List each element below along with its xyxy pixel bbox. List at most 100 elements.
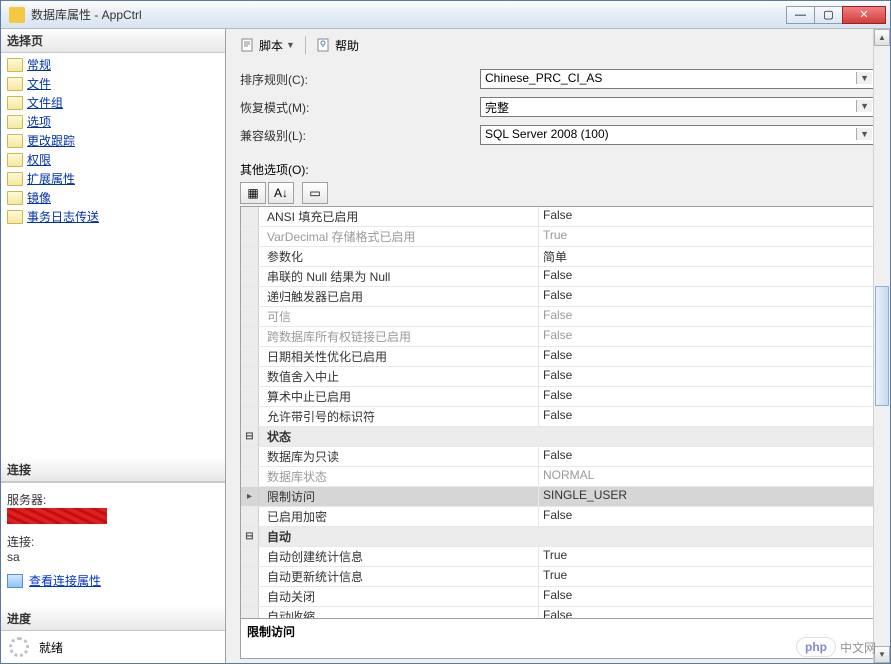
page-item[interactable]: 文件组: [5, 93, 221, 112]
row-gutter: [241, 567, 259, 586]
page-item-label: 选项: [27, 113, 51, 130]
property-row[interactable]: 串联的 Null 结果为 NullFalse: [241, 267, 875, 287]
row-gutter: [241, 547, 259, 566]
content-area: 排序规则(C): Chinese_PRC_CI_AS 恢复模式(M): 完整 兼…: [226, 61, 890, 663]
page-item[interactable]: 扩展属性: [5, 169, 221, 188]
titlebar[interactable]: 数据库属性 - AppCtrl — ▢ ✕: [1, 1, 890, 29]
property-name: 已启用加密: [259, 507, 539, 526]
row-gutter: [241, 587, 259, 606]
help-button[interactable]: 帮助: [312, 35, 363, 56]
property-value[interactable]: False: [539, 367, 875, 386]
property-row[interactable]: 自动更新统计信息True: [241, 567, 875, 587]
property-value[interactable]: False: [539, 327, 875, 346]
property-value[interactable]: False: [539, 307, 875, 326]
property-value[interactable]: 简单: [539, 247, 875, 266]
page-list: 常规文件文件组选项更改跟踪权限扩展属性镜像事务日志传送: [1, 53, 225, 228]
progress-status: 就绪: [39, 639, 63, 656]
property-row[interactable]: 可信False: [241, 307, 875, 327]
property-row[interactable]: VarDecimal 存储格式已启用True: [241, 227, 875, 247]
maximize-button[interactable]: ▢: [814, 6, 842, 24]
page-item[interactable]: 更改跟踪: [5, 131, 221, 150]
property-row[interactable]: 跨数据库所有权链接已启用False: [241, 327, 875, 347]
property-value[interactable]: True: [539, 227, 875, 246]
property-row[interactable]: 数值舍入中止False: [241, 367, 875, 387]
property-category[interactable]: ⊟状态: [241, 427, 875, 447]
compat-select[interactable]: SQL Server 2008 (100): [480, 125, 876, 145]
property-category[interactable]: ⊟自动: [241, 527, 875, 547]
compat-label: 兼容级别(L):: [240, 127, 480, 144]
connection-header: 连接: [1, 458, 225, 482]
property-value[interactable]: False: [539, 387, 875, 406]
property-row[interactable]: 日期相关性优化已启用False: [241, 347, 875, 367]
recovery-label: 恢复模式(M):: [240, 99, 480, 116]
row-gutter: [241, 227, 259, 246]
property-name: 算术中止已启用: [259, 387, 539, 406]
property-row[interactable]: 自动收缩False: [241, 607, 875, 619]
left-pane: 选择页 常规文件文件组选项更改跟踪权限扩展属性镜像事务日志传送 连接 服务器: …: [1, 29, 226, 663]
scroll-track[interactable]: [874, 46, 890, 646]
page-icon: [7, 191, 23, 205]
close-button[interactable]: ✕: [842, 6, 886, 24]
select-page-header: 选择页: [1, 29, 225, 53]
script-button[interactable]: 脚本 ▼: [236, 35, 299, 56]
property-grid[interactable]: ANSI 填充已启用FalseVarDecimal 存储格式已启用True参数化…: [240, 206, 876, 619]
property-pages-button[interactable]: ▭: [302, 182, 328, 204]
property-value[interactable]: False: [539, 207, 875, 226]
alphabetical-button[interactable]: A↓: [268, 182, 294, 204]
scroll-thumb[interactable]: [875, 286, 889, 406]
toolbar: 脚本 ▼ 帮助: [226, 29, 890, 61]
minimize-button[interactable]: —: [786, 6, 814, 24]
property-row[interactable]: 递归触发器已启用False: [241, 287, 875, 307]
page-icon: [7, 58, 23, 72]
property-value[interactable]: False: [539, 347, 875, 366]
recovery-select[interactable]: 完整: [480, 97, 876, 117]
categorized-button[interactable]: ▦: [240, 182, 266, 204]
property-row[interactable]: 自动关闭False: [241, 587, 875, 607]
property-row[interactable]: 数据库为只读False: [241, 447, 875, 467]
property-row[interactable]: ANSI 填充已启用False: [241, 207, 875, 227]
property-row[interactable]: 参数化简单: [241, 247, 875, 267]
collation-select[interactable]: Chinese_PRC_CI_AS: [480, 69, 876, 89]
view-connection-properties-link[interactable]: 查看连接属性: [29, 572, 101, 589]
server-label: 服务器:: [7, 491, 219, 508]
row-gutter: [241, 267, 259, 286]
dialog-window: 数据库属性 - AppCtrl — ▢ ✕ 选择页 常规文件文件组选项更改跟踪权…: [0, 0, 891, 664]
property-row[interactable]: 自动创建统计信息True: [241, 547, 875, 567]
property-value[interactable]: False: [539, 507, 875, 526]
page-item[interactable]: 常规: [5, 55, 221, 74]
property-row[interactable]: 算术中止已启用False: [241, 387, 875, 407]
watermark-badge: php: [796, 637, 836, 657]
property-name: 串联的 Null 结果为 Null: [259, 267, 539, 286]
property-row[interactable]: 已启用加密False: [241, 507, 875, 527]
property-name: 日期相关性优化已启用: [259, 347, 539, 366]
property-value[interactable]: False: [539, 407, 875, 426]
right-pane: 脚本 ▼ 帮助 排序规则(C): Chinese_PRC_CI_AS 恢复模式(…: [226, 29, 890, 663]
property-row[interactable]: 允许带引号的标识符False: [241, 407, 875, 427]
property-value[interactable]: NORMAL: [539, 467, 875, 486]
collation-label: 排序规则(C):: [240, 71, 480, 88]
property-value[interactable]: False: [539, 607, 875, 619]
page-item-label: 事务日志传送: [27, 208, 99, 225]
property-name: 允许带引号的标识符: [259, 407, 539, 426]
dialog-body: 选择页 常规文件文件组选项更改跟踪权限扩展属性镜像事务日志传送 连接 服务器: …: [1, 29, 890, 663]
page-item[interactable]: 文件: [5, 74, 221, 93]
property-value[interactable]: False: [539, 587, 875, 606]
scroll-down-button[interactable]: ▼: [874, 646, 890, 663]
row-gutter: [241, 247, 259, 266]
page-icon: [7, 115, 23, 129]
property-value[interactable]: True: [539, 567, 875, 586]
property-value[interactable]: True: [539, 547, 875, 566]
page-item[interactable]: 镜像: [5, 188, 221, 207]
property-value[interactable]: SINGLE_USER: [539, 487, 875, 506]
property-row[interactable]: ▸限制访问SINGLE_USER: [241, 487, 875, 507]
property-value[interactable]: False: [539, 267, 875, 286]
page-item[interactable]: 事务日志传送: [5, 207, 221, 226]
row-gutter: [241, 407, 259, 426]
property-row[interactable]: 数据库状态NORMAL: [241, 467, 875, 487]
vertical-scrollbar[interactable]: ▲ ▼: [873, 29, 890, 663]
scroll-up-button[interactable]: ▲: [874, 29, 890, 46]
property-value[interactable]: False: [539, 287, 875, 306]
page-item[interactable]: 权限: [5, 150, 221, 169]
property-value[interactable]: False: [539, 447, 875, 466]
page-item[interactable]: 选项: [5, 112, 221, 131]
